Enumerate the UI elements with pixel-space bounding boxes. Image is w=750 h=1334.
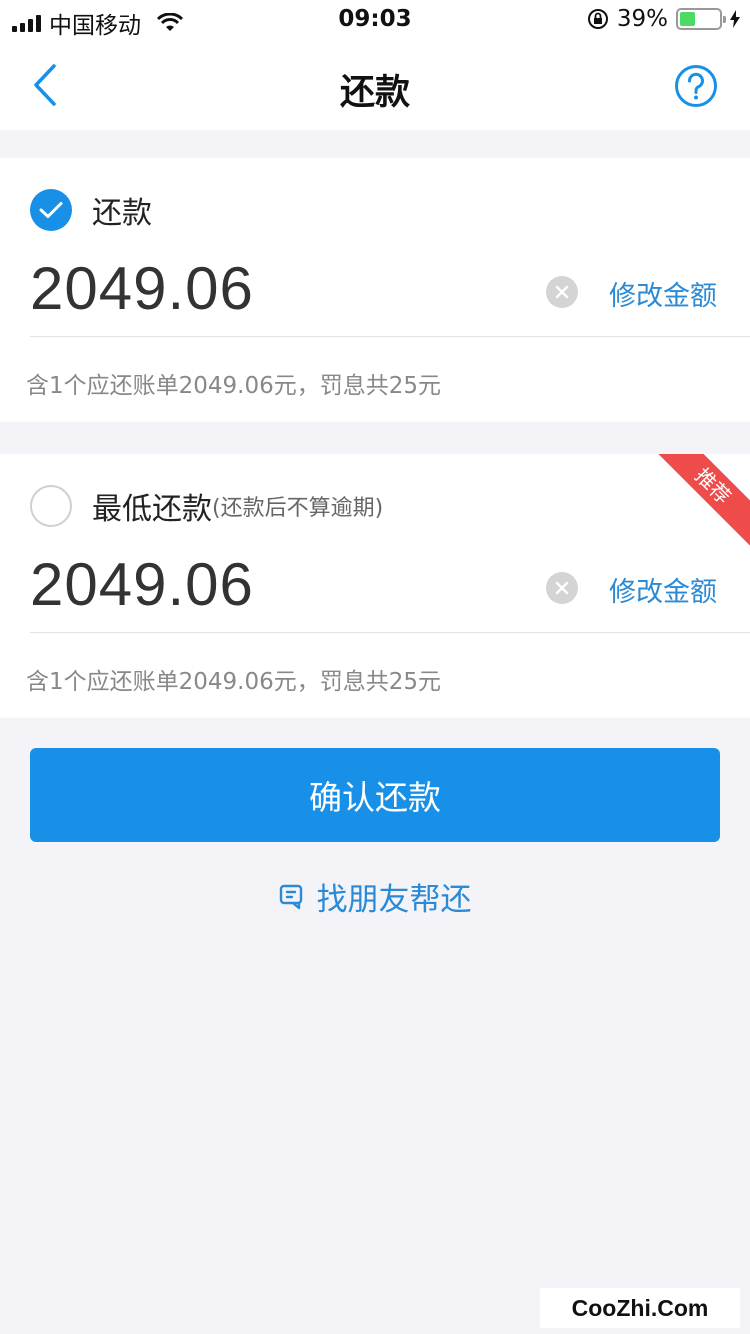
clear-amount-button[interactable] [546,572,578,604]
min-repayment-label: 最低还款 [92,492,212,527]
clear-amount-button[interactable] [546,276,578,308]
help-button[interactable] [674,64,718,108]
battery-percent: 39% [616,6,668,32]
full-repayment-label: 还款 [92,196,152,231]
divider [30,336,750,337]
checkbox-unchecked[interactable] [30,485,72,527]
page-title: 还款 [339,73,410,113]
nav-bar: 还款 [0,40,750,130]
min-amount-value[interactable]: 2049.06 [30,550,254,619]
status-bar: 中国移动 09:03 39% [0,0,750,40]
full-repayment-card: 还款 2049.06 修改金额 含1个应还账单2049.06元，罚息共25元 [0,158,750,422]
checkbox-checked[interactable] [30,189,72,231]
ask-friend-link[interactable]: 找朋友帮还 [0,874,750,919]
bill-note: 含1个应还账单2049.06元，罚息共25元 [26,669,442,695]
edit-amount-link[interactable]: 修改金额 [609,570,717,609]
full-repayment-option[interactable]: 还款 [30,188,152,232]
close-icon [555,285,569,299]
min-repayment-card: 推荐 最低还款 (还款后不算逾期) 2049.06 修改金额 含1个应还账单20… [0,454,750,718]
min-repayment-sublabel: (还款后不算逾期) [212,496,384,521]
ask-friend-label: 找朋友帮还 [316,882,472,918]
checkmark-icon [39,202,63,218]
help-icon [675,65,717,107]
divider [30,632,750,633]
battery-fill [680,12,695,26]
battery-icon [676,8,726,30]
charging-icon [730,10,740,28]
full-amount-value[interactable]: 2049.06 [30,254,254,323]
watermark: CooZhi.Com [540,1288,740,1328]
status-right: 39% [587,6,740,32]
confirm-repayment-button[interactable]: 确认还款 [30,748,720,842]
bill-note: 含1个应还账单2049.06元，罚息共25元 [26,373,442,399]
close-icon [555,581,569,595]
orientation-lock-icon [587,9,608,29]
recommend-badge: 推荐 [648,454,750,551]
edit-amount-link[interactable]: 修改金额 [609,274,717,313]
min-repayment-option[interactable]: 最低还款 (还款后不算逾期) [30,484,383,528]
chat-icon [279,884,302,909]
